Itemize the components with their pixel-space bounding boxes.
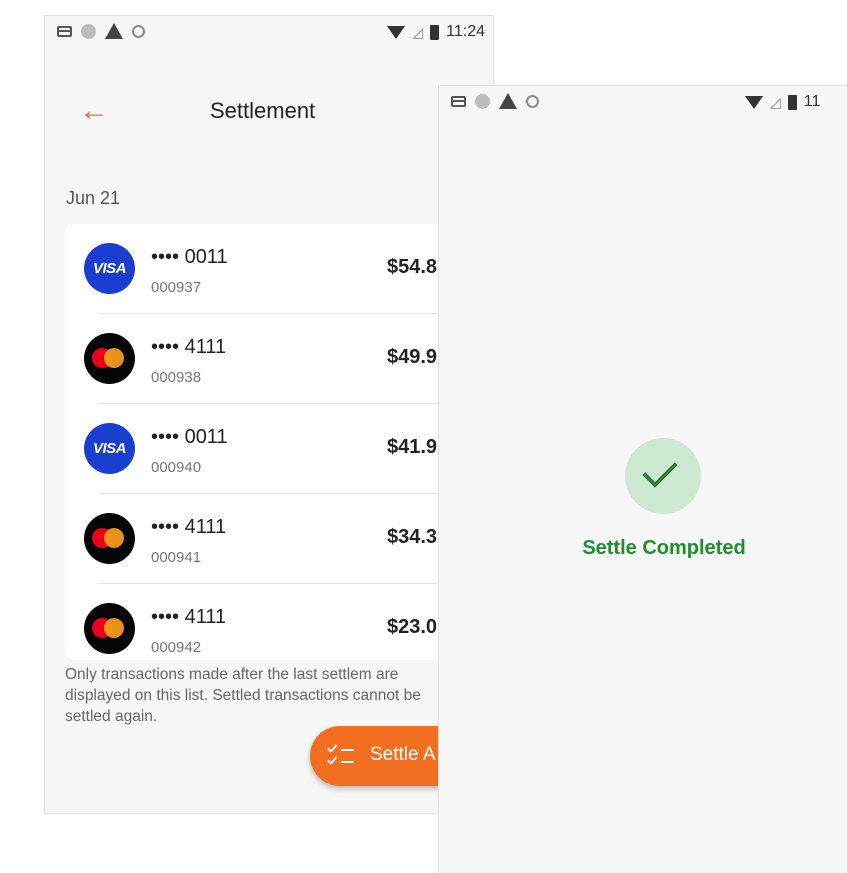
card-number: •••• 0011 <box>151 246 228 268</box>
transaction-row[interactable]: •••• 4111 000942 $23.0 <box>65 584 493 674</box>
card-number: •••• 4111 <box>151 606 227 628</box>
mastercard-icon <box>84 513 135 564</box>
page-title: Settlement <box>210 98 316 123</box>
transaction-row[interactable]: VISA •••• 0011 000937 $54.8 <box>65 224 493 314</box>
success-check-icon <box>625 438 701 514</box>
transaction-row[interactable]: VISA •••• 0011 000940 $41.9 <box>65 404 493 494</box>
battery-icon <box>787 94 797 110</box>
settle-all-label: Settle A <box>370 744 436 765</box>
visa-icon: VISA <box>84 243 135 294</box>
mastercard-icon <box>84 603 135 654</box>
date-header: Jun 21 <box>66 188 121 208</box>
transaction-ref: 000941 <box>151 549 202 566</box>
transaction-amount: $34.3 <box>387 526 438 548</box>
dot-icon <box>475 93 490 109</box>
warning-icon <box>105 23 123 39</box>
settlement-note: Only transactions made after the last se… <box>65 666 421 725</box>
settlement-screen: ◿ 11:24 ← Settlement Jun 21 VISA •••• 00… <box>44 15 494 814</box>
status-bar: ◿ 11 <box>439 86 847 120</box>
battery-icon <box>430 24 440 40</box>
mastercard-icon <box>84 333 135 384</box>
transaction-amount: $23.0 <box>387 616 438 638</box>
warning-icon <box>499 93 517 109</box>
status-bar: ◿ 11:24 <box>45 16 493 50</box>
settle-completed-message: Settle Completed <box>582 537 746 559</box>
sync-icon <box>132 24 145 38</box>
transaction-row[interactable]: •••• 4111 000938 $49.9 <box>65 314 493 404</box>
sync-icon <box>526 94 539 108</box>
card-number: •••• 4111 <box>151 336 227 358</box>
status-time: 11 <box>803 93 821 110</box>
transaction-ref: 000940 <box>151 459 202 476</box>
wifi-icon <box>387 25 406 39</box>
transaction-amount: $54.8 <box>387 256 438 278</box>
card-number: •••• 4111 <box>151 516 227 538</box>
transaction-amount: $49.9 <box>387 346 438 368</box>
transaction-ref: 000942 <box>151 639 202 656</box>
visa-icon: VISA <box>84 423 135 474</box>
notification-icon <box>57 25 72 37</box>
transaction-amount: $41.9 <box>387 436 438 458</box>
app-bar: ← Settlement <box>45 78 493 148</box>
transaction-list: VISA •••• 0011 000937 $54.8 •••• 4111 00… <box>65 224 493 660</box>
transaction-ref: 000937 <box>151 279 202 296</box>
signal-icon: ◿ <box>412 23 424 40</box>
status-time: 11:24 <box>446 23 485 40</box>
card-number: •••• 0011 <box>151 426 228 448</box>
notification-icon <box>451 95 466 107</box>
back-arrow-icon[interactable]: ← <box>79 96 109 126</box>
settle-completed-screen: ◿ 11 Settle Completed <box>438 85 847 873</box>
wifi-icon <box>745 95 763 109</box>
transaction-ref: 000938 <box>151 369 202 386</box>
signal-icon: ◿ <box>770 93 781 110</box>
dot-icon <box>81 23 96 39</box>
transaction-row[interactable]: •••• 4111 000941 $34.3 <box>65 494 493 584</box>
checklist-icon <box>325 744 355 768</box>
